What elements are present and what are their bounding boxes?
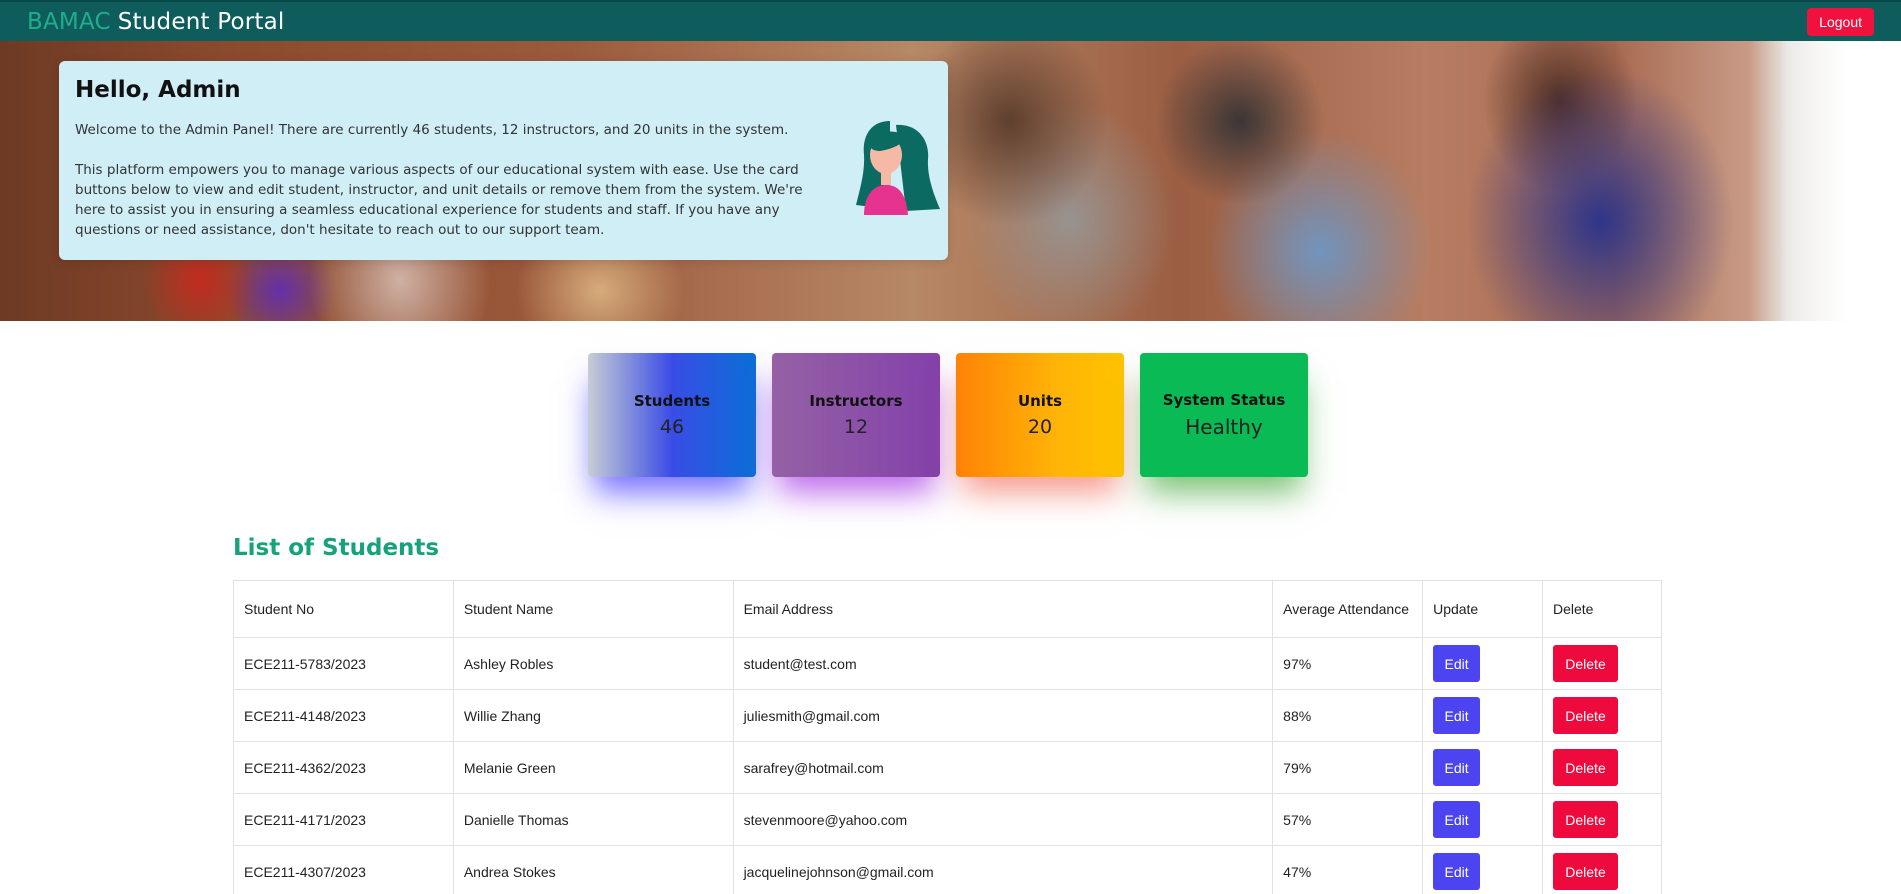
edit-button[interactable]: Edit [1433, 697, 1481, 734]
column-header-attendance: Average Attendance [1272, 580, 1424, 638]
table-row: ECE211-4362/2023 Melanie Green sarafrey@… [233, 741, 1662, 794]
update-cell: Edit [1422, 793, 1543, 846]
admin-avatar-icon [856, 121, 940, 215]
student-no-cell: ECE211-5783/2023 [233, 637, 454, 690]
email-cell: juliesmith@gmail.com [732, 689, 1274, 742]
attendance-cell: 47% [1272, 845, 1424, 894]
table-row: ECE211-4148/2023 Willie Zhang juliesmith… [233, 689, 1662, 742]
table-header-row: Student No Student Name Email Address Av… [233, 580, 1662, 638]
units-card-label: Units [1017, 392, 1063, 410]
instructors-card[interactable]: Instructors 12 [772, 353, 940, 477]
welcome-paragraph-1: Welcome to the Admin Panel! There are cu… [75, 122, 789, 138]
student-no-cell: ECE211-4171/2023 [233, 793, 454, 846]
student-name-cell: Danielle Thomas [452, 793, 734, 846]
logout-button[interactable]: Logout [1807, 7, 1874, 36]
students-card-count: 46 [659, 416, 685, 438]
delete-button[interactable]: Delete [1553, 645, 1618, 682]
units-card-count: 20 [1027, 416, 1053, 438]
email-cell: sarafrey@hotmail.com [732, 741, 1274, 794]
table-row: ECE211-4307/2023 Andrea Stokes jacquelin… [233, 845, 1662, 894]
hero-banner-edge [1780, 41, 1901, 321]
student-no-cell: ECE211-4362/2023 [233, 741, 454, 794]
delete-button[interactable]: Delete [1553, 749, 1618, 786]
student-name-cell: Willie Zhang [452, 689, 734, 742]
welcome-title: Hello, Admin [75, 77, 241, 103]
attendance-cell: 79% [1272, 741, 1424, 794]
update-cell: Edit [1422, 741, 1543, 794]
column-header-delete: Delete [1542, 580, 1662, 638]
student-name-cell: Ashley Robles [452, 637, 734, 690]
brand-logo[interactable]: BAMAC Student Portal [27, 9, 284, 35]
update-cell: Edit [1422, 637, 1543, 690]
system-status-value: Healthy [1185, 415, 1263, 439]
delete-cell: Delete [1542, 741, 1662, 794]
delete-cell: Delete [1542, 637, 1662, 690]
email-cell: jacquelinejohnson@gmail.com [732, 845, 1274, 894]
student-no-cell: ECE211-4148/2023 [233, 689, 454, 742]
delete-cell: Delete [1542, 845, 1662, 894]
student-name-cell: Andrea Stokes [452, 845, 734, 894]
instructors-card-label: Instructors [809, 392, 903, 410]
brand-main-text: Student Portal [117, 8, 285, 35]
delete-cell: Delete [1542, 793, 1662, 846]
students-table: Student No Student Name Email Address Av… [233, 580, 1662, 894]
student-name-cell: Melanie Green [452, 741, 734, 794]
system-status-card[interactable]: System Status Healthy [1140, 353, 1308, 477]
system-status-label: System Status [1162, 391, 1286, 409]
welcome-paragraph-2: This platform empowers you to manage var… [75, 162, 803, 238]
table-row: ECE211-4171/2023 Danielle Thomas stevenm… [233, 793, 1662, 846]
edit-button[interactable]: Edit [1433, 749, 1481, 786]
attendance-cell: 97% [1272, 637, 1424, 690]
delete-cell: Delete [1542, 689, 1662, 742]
delete-button[interactable]: Delete [1553, 801, 1618, 838]
table-row: ECE211-5783/2023 Ashley Robles student@t… [233, 637, 1662, 690]
stats-cards: Students 46 Instructors 12 Units 20 Syst… [588, 353, 1308, 477]
column-header-student-name: Student Name [452, 580, 734, 638]
attendance-cell: 57% [1272, 793, 1424, 846]
brand-accent-text: BAMAC [27, 8, 111, 35]
units-card[interactable]: Units 20 [956, 353, 1124, 477]
top-navbar: BAMAC Student Portal Logout [0, 0, 1901, 41]
update-cell: Edit [1422, 845, 1543, 894]
email-cell: student@test.com [732, 637, 1274, 690]
delete-button[interactable]: Delete [1553, 697, 1618, 734]
edit-button[interactable]: Edit [1433, 801, 1481, 838]
column-header-email: Email Address [732, 580, 1274, 638]
attendance-cell: 88% [1272, 689, 1424, 742]
edit-button[interactable]: Edit [1433, 853, 1481, 890]
column-header-student-no: Student No [233, 580, 454, 638]
instructors-card-count: 12 [843, 416, 869, 438]
update-cell: Edit [1422, 689, 1543, 742]
students-card[interactable]: Students 46 [588, 353, 756, 477]
delete-button[interactable]: Delete [1553, 853, 1618, 890]
welcome-card: Hello, Admin Welcome to the Admin Panel!… [59, 61, 948, 260]
column-header-update: Update [1422, 580, 1543, 638]
email-cell: stevenmoore@yahoo.com [732, 793, 1274, 846]
welcome-text: Welcome to the Admin Panel! There are cu… [75, 120, 815, 240]
students-card-label: Students [633, 392, 711, 410]
edit-button[interactable]: Edit [1433, 645, 1481, 682]
student-no-cell: ECE211-4307/2023 [233, 845, 454, 894]
students-list-title: List of Students [233, 535, 440, 561]
